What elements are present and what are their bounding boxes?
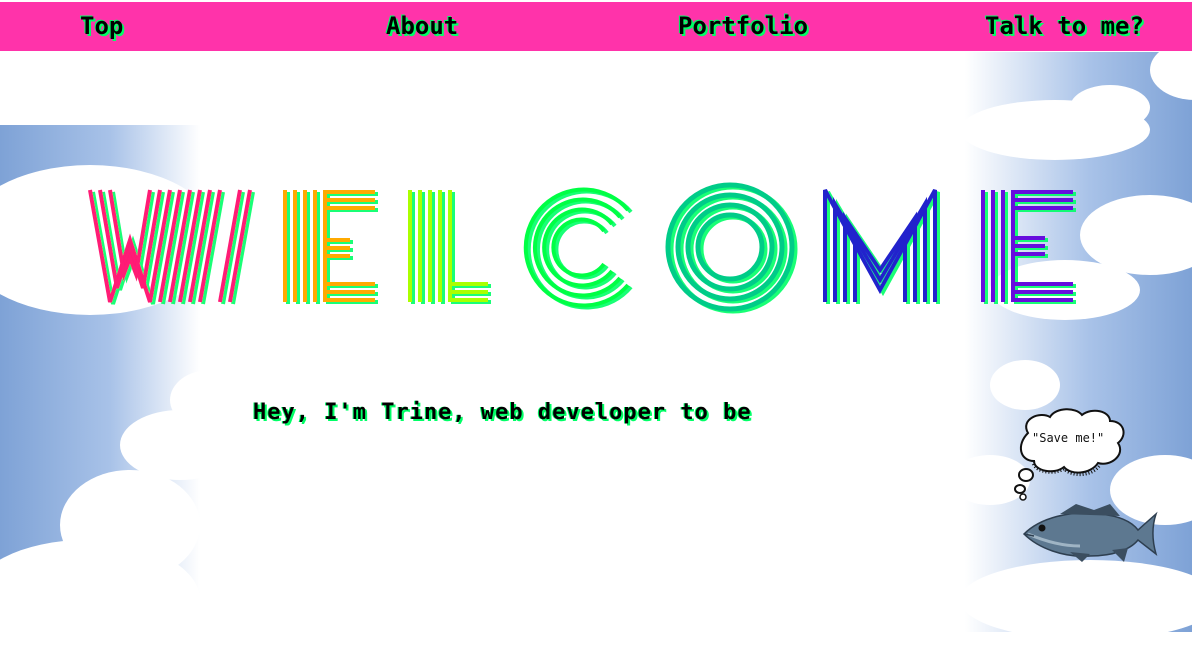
welcome-letter-o bbox=[665, 182, 795, 312]
welcome-letter-e bbox=[283, 190, 375, 302]
thought-bubble: "Save me!" bbox=[1010, 405, 1135, 505]
cloud bbox=[170, 370, 250, 430]
page: Top About Portfolio Talk to me? Hey, I'm… bbox=[0, 0, 1192, 671]
welcome-letter-e2 bbox=[981, 190, 1073, 302]
fish-icon bbox=[1022, 504, 1158, 562]
welcome-letter-m bbox=[823, 189, 937, 302]
nav-link-top[interactable]: Top bbox=[80, 12, 123, 40]
thought-bubble-text: "Save me!" bbox=[1032, 431, 1105, 445]
thought-bubble-shape bbox=[1014, 408, 1125, 501]
welcome-letter-c bbox=[523, 187, 630, 308]
welcome-letter-w bbox=[88, 189, 252, 303]
nav-link-contact[interactable]: Talk to me? bbox=[985, 12, 1144, 40]
cloud bbox=[60, 470, 200, 580]
welcome-heading bbox=[88, 182, 1073, 312]
hero-tagline: Hey, I'm Trine, web developer to be bbox=[253, 400, 752, 425]
nav-link-about[interactable]: About bbox=[386, 12, 458, 40]
top-nav: Top About Portfolio Talk to me? bbox=[0, 2, 1192, 51]
nav-link-portfolio[interactable]: Portfolio bbox=[678, 12, 808, 40]
cloud bbox=[990, 360, 1060, 410]
cloud bbox=[960, 100, 1150, 160]
welcome-letter-l bbox=[408, 190, 488, 302]
